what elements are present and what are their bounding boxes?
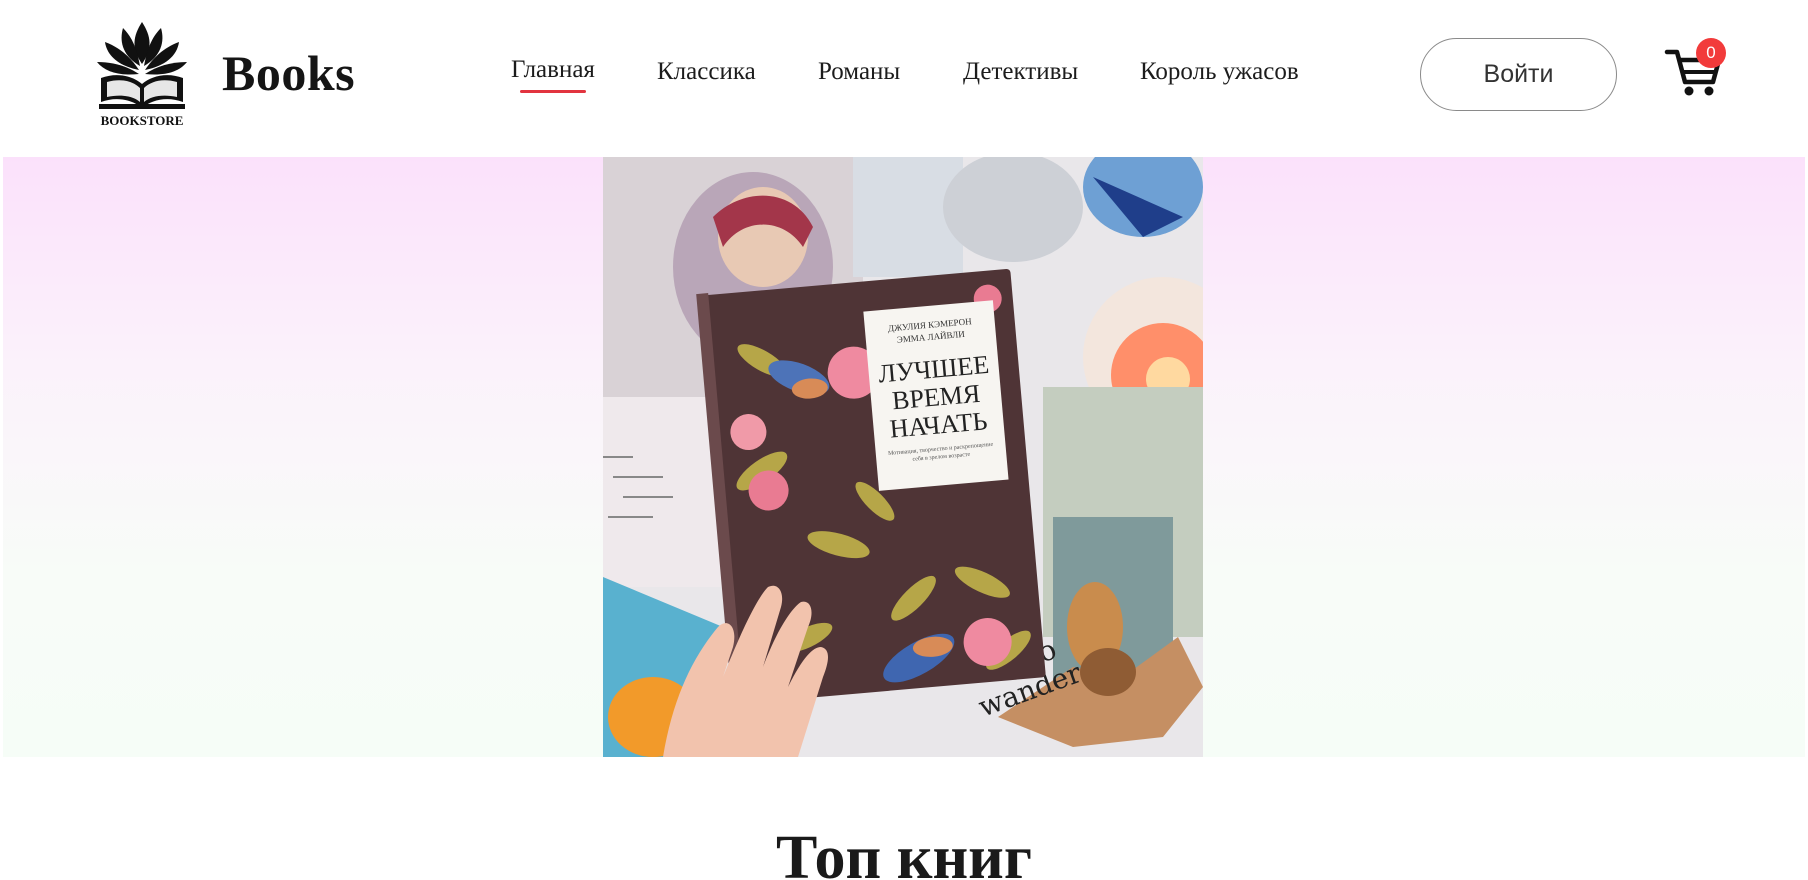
login-button[interactable]: Войти xyxy=(1420,38,1617,111)
nav-item-detectives[interactable]: Детективы xyxy=(963,58,1078,86)
book-photo-illustration: who wander xyxy=(603,157,1203,757)
brand-name[interactable]: Books xyxy=(222,44,355,102)
bookstore-logo[interactable]: BOOKSTORE xyxy=(93,18,191,130)
section-title-top-books: Топ книг xyxy=(775,824,1033,880)
cart-count-badge: 0 xyxy=(1696,38,1726,68)
logo-caption: BOOKSTORE xyxy=(101,113,184,128)
nav-item-novels[interactable]: Романы xyxy=(818,58,900,86)
nav-item-king-of-horror[interactable]: Король ужасов xyxy=(1140,58,1299,86)
nav-item-classics[interactable]: Классика xyxy=(657,58,756,86)
site-header: BOOKSTORE Books Главная Классика Романы … xyxy=(3,0,1805,157)
nav-item-home[interactable]: Главная xyxy=(511,56,595,93)
hero-book-photo: who wander xyxy=(603,157,1203,757)
book-tree-logo-icon: BOOKSTORE xyxy=(97,22,187,128)
